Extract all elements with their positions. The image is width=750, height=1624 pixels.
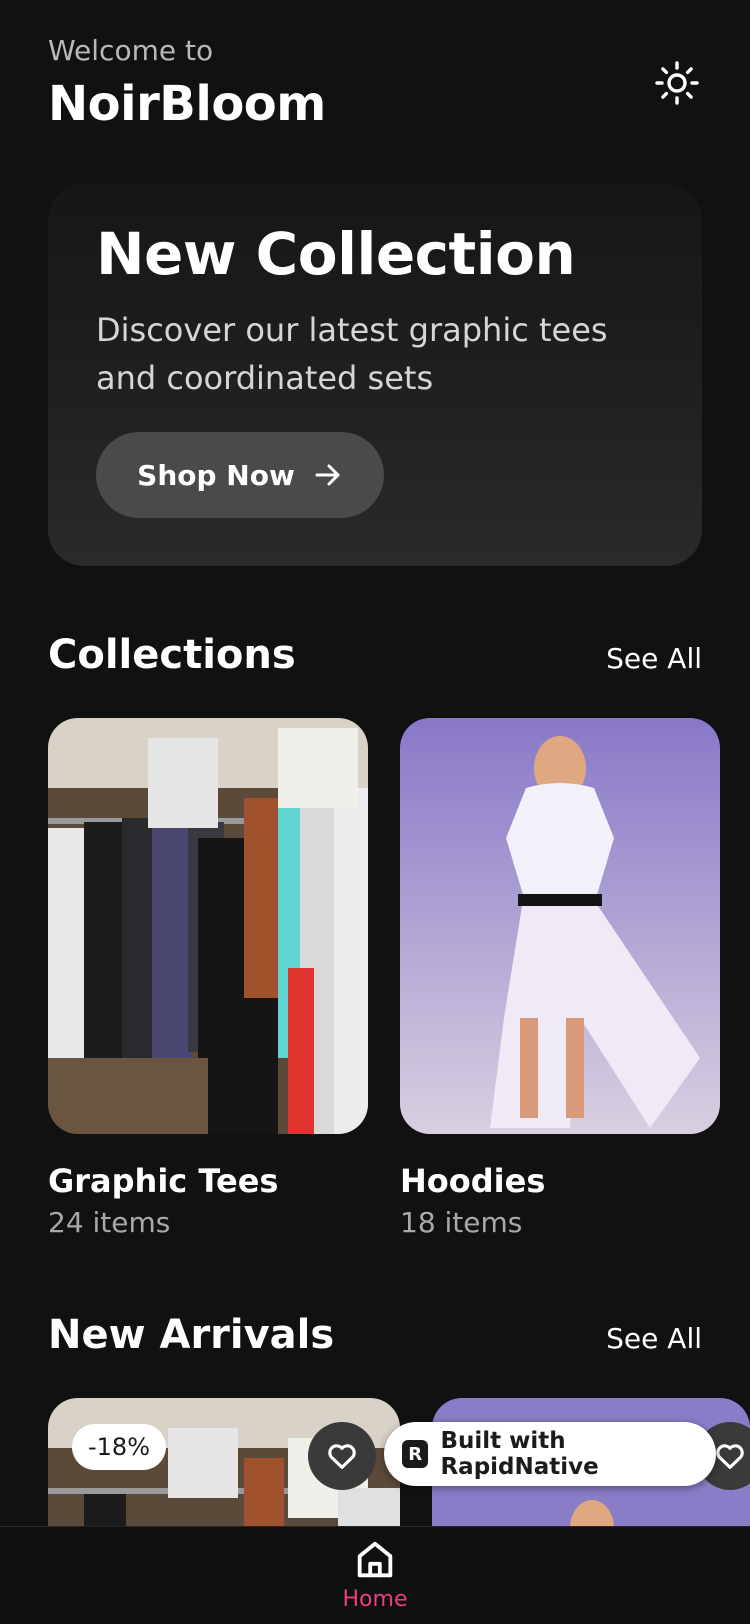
arrivals-see-all-link[interactable]: See All <box>606 1322 702 1355</box>
collection-name: Hoodies <box>400 1162 546 1200</box>
collections-see-all-link[interactable]: See All <box>606 642 702 675</box>
welcome-text: Welcome to <box>48 34 214 67</box>
shop-now-label: Shop Now <box>137 458 295 492</box>
tab-home[interactable]: Home <box>325 1537 425 1624</box>
graphic-tees-image <box>48 718 368 1134</box>
arrow-right-icon <box>315 464 340 486</box>
hoodies-image <box>400 718 720 1134</box>
rapidnative-logo-icon: R <box>402 1440 429 1468</box>
new-arrivals-title: New Arrivals <box>48 1312 335 1358</box>
collections-title: Collections <box>48 632 296 678</box>
collection-count: 18 items <box>400 1206 523 1239</box>
tab-home-label: Home <box>342 1587 408 1612</box>
rapidnative-label: Built with RapidNative <box>440 1428 599 1480</box>
favorite-button[interactable] <box>308 1422 376 1490</box>
collection-card-hoodies[interactable] <box>400 718 720 1134</box>
hero-banner: New Collection Discover our latest graph… <box>48 184 702 566</box>
bottom-tab-bar: Home <box>0 1526 750 1624</box>
heart-icon <box>328 1444 356 1469</box>
built-with-rapidnative-badge[interactable]: R Built with RapidNative <box>384 1422 716 1486</box>
shop-now-button[interactable]: Shop Now <box>96 432 384 518</box>
brand-title: NoirBloom <box>48 76 326 132</box>
collection-card-graphic-tees[interactable] <box>48 718 368 1134</box>
theme-toggle-button[interactable] <box>652 58 702 108</box>
home-icon <box>357 1541 393 1578</box>
collection-name: Graphic Tees <box>48 1162 279 1200</box>
discount-badge: -18% <box>72 1424 167 1470</box>
heart-icon <box>716 1444 744 1469</box>
hero-subtitle: Discover our latest graphic tees and coo… <box>96 311 608 397</box>
collection-count: 24 items <box>48 1206 171 1239</box>
sun-icon <box>655 61 699 105</box>
hero-title: New Collection <box>96 220 576 288</box>
